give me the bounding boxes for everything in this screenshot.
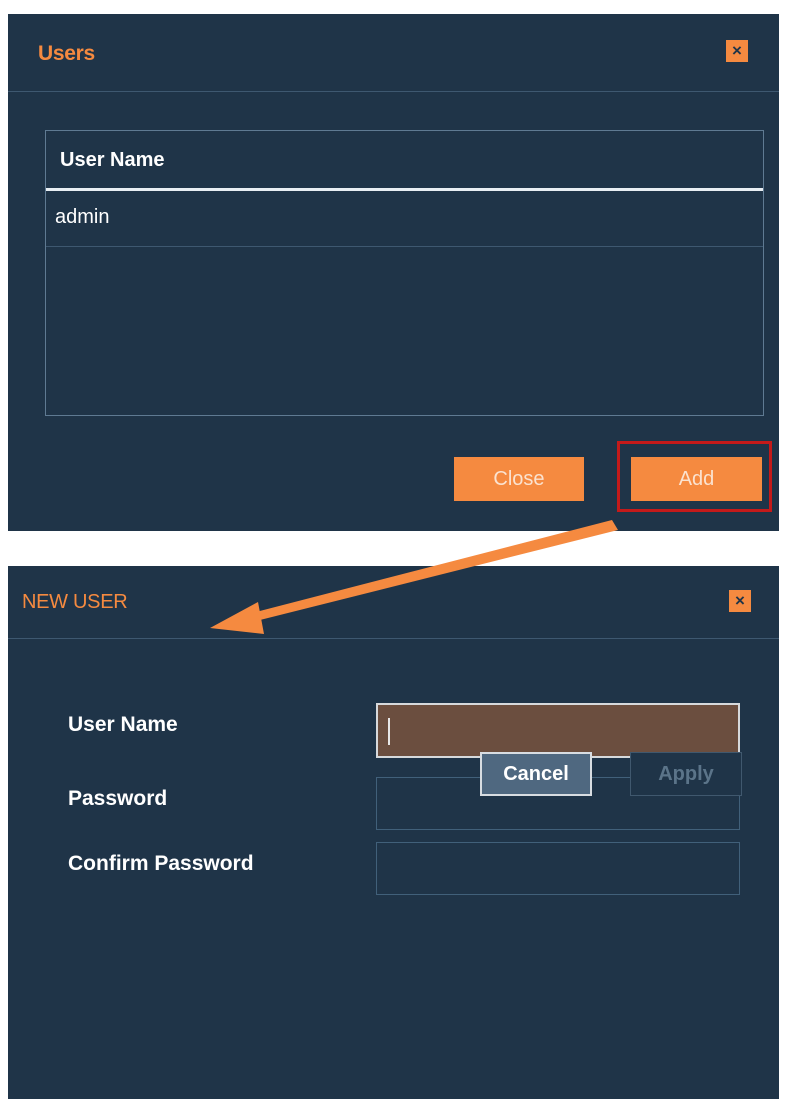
cancel-button[interactable]: Cancel (480, 752, 592, 796)
new-user-dialog: NEW USER × User Name Password Confirm Pa… (8, 566, 779, 1099)
column-header-user-name: User Name (60, 149, 165, 171)
confirm-password-label: Confirm Password (68, 852, 254, 875)
username-field[interactable] (376, 703, 740, 758)
close-icon[interactable]: × (726, 40, 748, 62)
apply-button[interactable]: Apply (630, 752, 742, 796)
users-dialog: Users × User Name admin Close Add (8, 14, 779, 531)
table-header[interactable]: User Name (46, 131, 763, 191)
users-dialog-title: Users (38, 42, 95, 65)
table-row[interactable]: admin (46, 191, 763, 247)
title-divider (8, 91, 779, 92)
new-user-dialog-title: NEW USER (22, 591, 128, 613)
title-divider (8, 638, 779, 639)
confirm-password-field[interactable] (376, 842, 740, 895)
user-name-cell: admin (55, 206, 110, 228)
add-button[interactable]: Add (631, 457, 762, 501)
username-label: User Name (68, 713, 178, 736)
text-caret (388, 718, 390, 745)
users-table: User Name admin (45, 130, 764, 416)
close-button[interactable]: Close (454, 457, 584, 501)
password-label: Password (68, 787, 168, 810)
close-icon[interactable]: × (729, 590, 751, 612)
